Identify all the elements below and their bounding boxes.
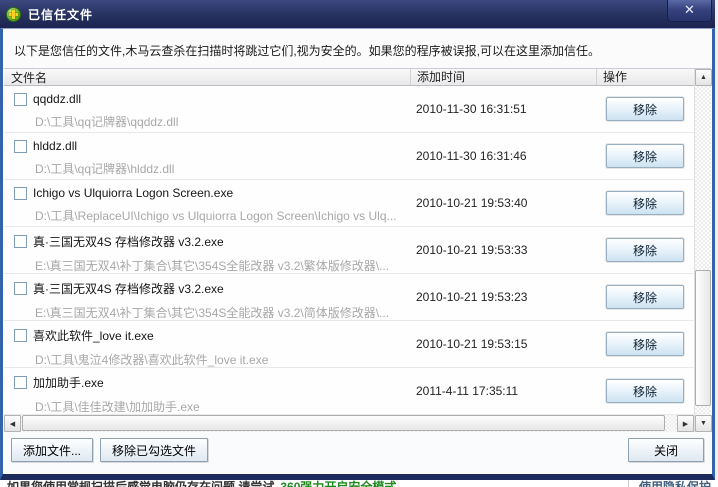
trusted-files-dialog: 已信任文件 ✕ 以下是您信任的文件,木马云查杀在扫描时将跳过它们,视为安全的。如… — [0, 0, 715, 480]
added-time: 2010-10-21 19:53:33 — [416, 243, 528, 257]
file-name: 真·三国无双4S 存档修改器 v3.2.exe — [33, 235, 224, 249]
vertical-scroll-track[interactable] — [695, 86, 711, 415]
file-name: 加加助手.exe — [33, 376, 104, 390]
horizontal-scroll-thumb[interactable] — [22, 415, 665, 431]
file-path: D:\工具\佳佳改建\加加助手.exe — [35, 400, 200, 414]
remove-button[interactable]: 移除 — [606, 379, 684, 403]
file-cell: qqddz.dll D:\工具\qq记牌器\qqddz.dll — [4, 86, 410, 132]
remove-button[interactable]: 移除 — [606, 144, 684, 168]
action-cell: 移除 — [596, 180, 694, 226]
file-cell: 加加助手.exe D:\工具\佳佳改建\加加助手.exe — [4, 368, 410, 414]
action-cell: 移除 — [596, 274, 694, 320]
remove-checked-button[interactable]: 移除已勾选文件 — [100, 438, 209, 462]
file-cell: 喜欢此软件_love it.exe D:\工具\鬼泣4修改器\喜欢此软件_lov… — [4, 321, 410, 367]
table-row: hlddz.dll D:\工具\qq记牌器\hlddz.dll 2010-11-… — [4, 133, 694, 180]
vertical-scroll-thumb[interactable] — [695, 270, 711, 406]
row-checkbox[interactable] — [14, 92, 27, 106]
scroll-up-icon[interactable]: ▲ — [695, 69, 712, 86]
file-name: 喜欢此软件_love it.exe — [33, 329, 154, 343]
row-checkbox[interactable] — [14, 235, 27, 248]
window-title: 已信任文件 — [28, 7, 94, 22]
action-cell: 移除 — [596, 368, 694, 414]
file-path: D:\工具\ReplaceUI\Ichigo vs Ulquiorra Logo… — [35, 209, 397, 223]
file-cell: 真·三国无双4S 存档修改器 v3.2.exe E:\真三国无双4\补丁集合\其… — [4, 227, 410, 273]
tip-link: 360强力开启安全模式 — [280, 480, 397, 487]
add-file-button[interactable]: 添加文件... — [11, 438, 94, 462]
titlebar: 已信任文件 ✕ — [0, 0, 715, 28]
added-time: 2010-11-30 16:31:51 — [416, 102, 527, 116]
row-checkbox[interactable] — [14, 139, 27, 153]
remove-button[interactable]: 移除 — [606, 97, 684, 121]
remove-button[interactable]: 移除 — [606, 285, 684, 309]
close-dialog-button[interactable]: 关闭 — [628, 438, 704, 462]
added-time: 2011-4-11 17:35:11 — [416, 384, 519, 398]
footer-bar: 添加文件... 移除已勾选文件 关闭 — [3, 432, 712, 468]
remove-button[interactable]: 移除 — [606, 191, 684, 215]
horizontal-scrollbar[interactable]: ◀ ▶ — [4, 415, 694, 432]
action-cell: 移除 — [596, 321, 694, 367]
column-header-action: 操作 — [596, 69, 694, 85]
added-time: 2010-10-21 19:53:23 — [416, 290, 528, 304]
row-checkbox[interactable] — [14, 329, 27, 342]
list-header: 文件名 添加时间 操作 — [4, 69, 694, 86]
file-name: 真·三国无双4S 存档修改器 v3.2.exe — [33, 282, 224, 296]
remove-button[interactable]: 移除 — [606, 332, 684, 356]
remove-button[interactable]: 移除 — [606, 238, 684, 262]
table-row: qqddz.dll D:\工具\qq记牌器\qqddz.dll 2010-11-… — [4, 86, 694, 133]
table-row: 真·三国无双4S 存档修改器 v3.2.exe E:\真三国无双4\补丁集合\其… — [4, 274, 694, 321]
added-time: 2010-10-21 19:53:15 — [416, 337, 528, 351]
rows-container: qqddz.dll D:\工具\qq记牌器\qqddz.dll 2010-11-… — [4, 86, 694, 415]
background-tip-text: 如果您使用常规扫描后感觉电脑仍存在问题,请尝试 360强力开启安全模式 — [7, 480, 396, 487]
privacy-protection-label: 使用隐私保护 — [628, 480, 711, 487]
table-row: 加加助手.exe D:\工具\佳佳改建\加加助手.exe 2011-4-11 1… — [4, 368, 694, 415]
file-path: D:\工具\鬼泣4修改器\喜欢此软件_love it.exe — [35, 353, 269, 367]
file-cell: 真·三国无双4S 存档修改器 v3.2.exe E:\真三国无双4\补丁集合\其… — [4, 274, 410, 320]
vertical-scrollbar[interactable]: ▲ ▼ — [694, 69, 712, 432]
column-header-added-time: 添加时间 — [410, 69, 596, 85]
file-cell: hlddz.dll D:\工具\qq记牌器\hlddz.dll — [4, 133, 410, 179]
table-row: 真·三国无双4S 存档修改器 v3.2.exe E:\真三国无双4\补丁集合\其… — [4, 227, 694, 274]
file-path: E:\真三国无双4\补丁集合\其它\354S全能改器 v3.2\繁体版修改器\.… — [35, 259, 390, 273]
action-cell: 移除 — [596, 227, 694, 273]
file-name: Ichigo vs Ulquiorra Logon Screen.exe — [33, 186, 234, 200]
tip-text: 如果您使用常规扫描后感觉电脑仍存在问题,请尝试 — [7, 480, 275, 487]
file-name: hlddz.dll — [33, 139, 78, 153]
scroll-down-icon[interactable]: ▼ — [695, 415, 712, 432]
list-main: 文件名 添加时间 操作 qqddz.dll D:\工具\qq记牌器\qqddz.… — [4, 69, 694, 432]
trusted-files-list: 文件名 添加时间 操作 qqddz.dll D:\工具\qq记牌器\qqddz.… — [4, 68, 712, 432]
table-row: 喜欢此软件_love it.exe D:\工具\鬼泣4修改器\喜欢此软件_lov… — [4, 321, 694, 368]
horizontal-scroll-track[interactable] — [21, 415, 677, 432]
scroll-right-icon[interactable]: ▶ — [677, 415, 694, 432]
trust-add-icon — [6, 6, 21, 22]
scroll-left-icon[interactable]: ◀ — [4, 415, 21, 432]
file-cell: Ichigo vs Ulquiorra Logon Screen.exe D:\… — [4, 180, 410, 226]
close-icon[interactable]: ✕ — [667, 0, 712, 22]
file-name: qqddz.dll — [33, 92, 82, 106]
background-window-strip: 如果您使用常规扫描后感觉电脑仍存在问题,请尝试 360强力开启安全模式 使用隐私保… — [0, 480, 718, 487]
file-path: D:\工具\qq记牌器\qqddz.dll — [35, 115, 179, 129]
description-text: 以下是您信任的文件,木马云查杀在扫描时将跳过它们,视为安全的。如果您的程序被误报… — [14, 44, 601, 58]
action-cell: 移除 — [596, 86, 694, 132]
row-checkbox[interactable] — [14, 186, 27, 200]
action-cell: 移除 — [596, 133, 694, 179]
dialog-content: 以下是您信任的文件,木马云查杀在扫描时将跳过它们,视为安全的。如果您的程序被误报… — [0, 28, 715, 480]
column-header-filename: 文件名 — [11, 70, 48, 85]
row-checkbox[interactable] — [14, 282, 27, 295]
file-path: D:\工具\qq记牌器\hlddz.dll — [35, 162, 175, 176]
added-time: 2010-11-30 16:31:46 — [416, 149, 527, 163]
added-time: 2010-10-21 19:53:40 — [416, 196, 528, 210]
file-path: E:\真三国无双4\补丁集合\其它\354S全能改器 v3.2\简体版修改器\.… — [35, 306, 390, 320]
row-checkbox[interactable] — [14, 376, 27, 389]
table-row: Ichigo vs Ulquiorra Logon Screen.exe D:\… — [4, 180, 694, 227]
